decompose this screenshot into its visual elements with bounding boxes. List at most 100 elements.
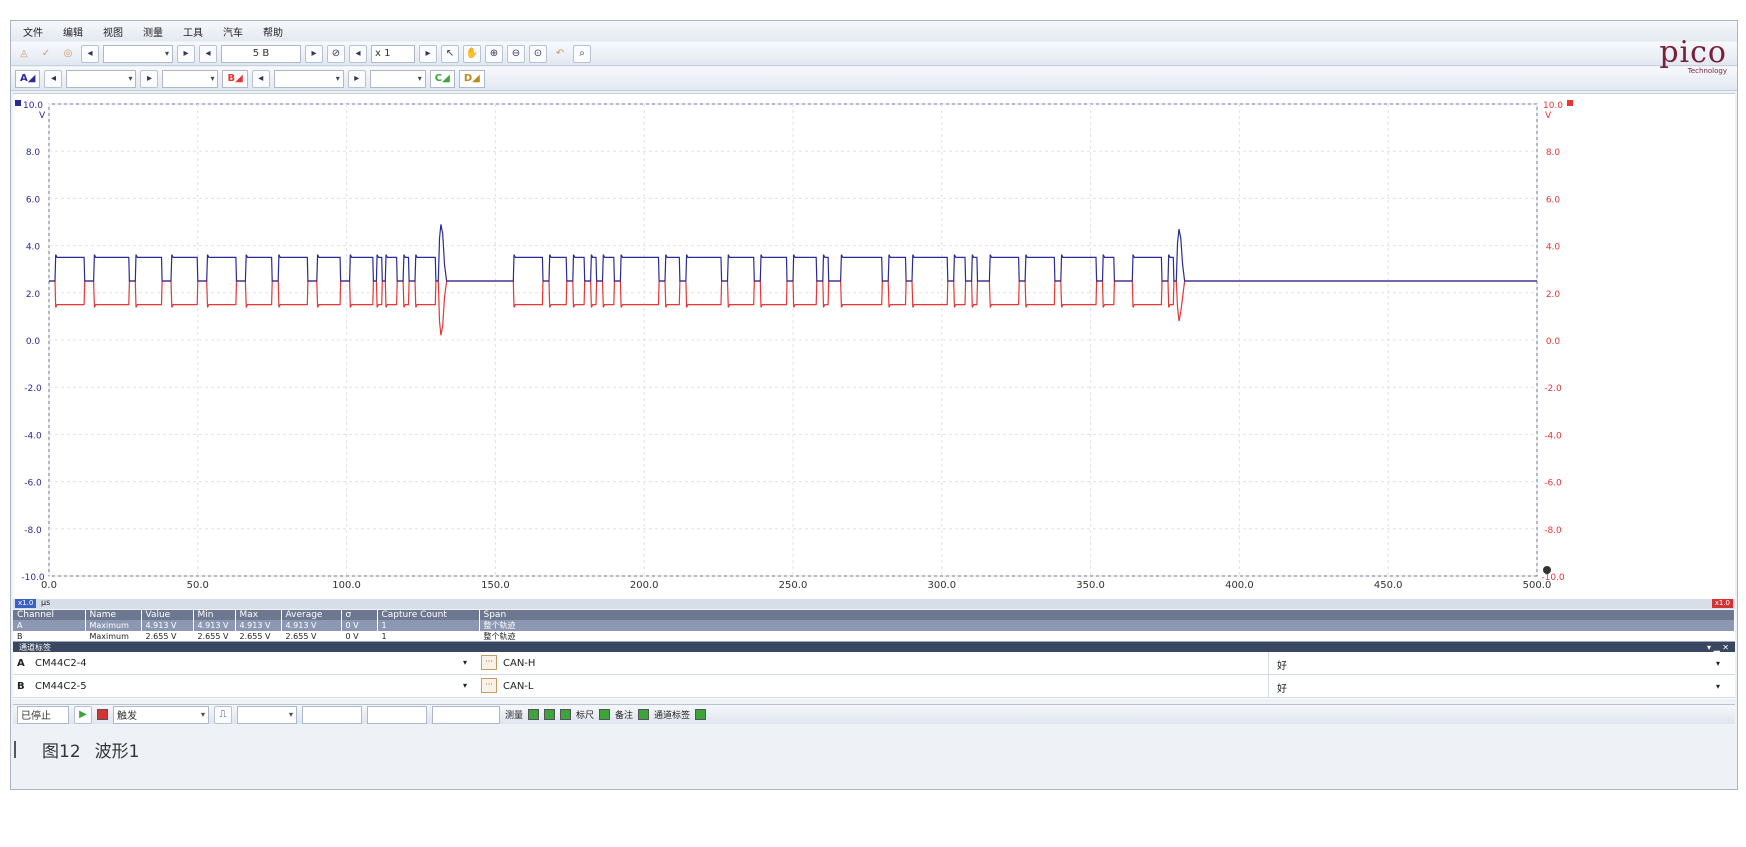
undo-zoom-icon[interactable]: ↶ — [551, 45, 569, 63]
range-a-combo[interactable]: ▾ — [66, 69, 137, 88]
measurements-col-header[interactable]: Average — [281, 610, 342, 620]
zoom-fit-icon[interactable]: ⌕ — [573, 44, 591, 63]
zoom-value: x 1 — [375, 48, 391, 59]
add-measurement-icon[interactable] — [528, 709, 540, 720]
measurements-col-header[interactable]: Channel — [13, 610, 86, 620]
range-a-next-button[interactable]: ▸ — [140, 69, 159, 88]
scope-mode-icon[interactable]: ◬ — [15, 45, 33, 63]
measurements-col-header[interactable]: Value — [141, 610, 194, 620]
measurement-cell: 1 — [377, 620, 480, 631]
zoom-combo[interactable]: x 1 — [371, 44, 415, 63]
stop-icon[interactable] — [97, 709, 108, 720]
channel-a-button[interactable]: A ◢ — [15, 69, 41, 88]
notes-icon[interactable] — [638, 709, 650, 720]
browse-button[interactable]: ··· — [481, 655, 497, 670]
timebase-next-button[interactable]: ▸ — [177, 44, 195, 63]
zoom-next-button[interactable]: ▸ — [419, 44, 437, 63]
browse-button[interactable]: ··· — [481, 678, 497, 693]
waveform-plot[interactable]: 0.0 50.0 100.0 150.0 200.0 250.0 300.0 350.0 400… — [13, 94, 1735, 600]
ruler-icon[interactable] — [599, 709, 611, 720]
start-icon[interactable]: ▶ — [74, 705, 92, 724]
hand-icon[interactable]: ✋ — [463, 44, 481, 63]
scope-view[interactable]: 0.0 50.0 100.0 150.0 200.0 250.0 300.0 350.0 400… — [13, 93, 1735, 599]
y-tick-label-right: 10.0 — [1543, 101, 1563, 111]
meter-mode-icon[interactable]: ✓ — [37, 45, 55, 63]
channel-b-scale-badge[interactable]: x1.0 — [1711, 599, 1733, 608]
channel-letter: B — [17, 681, 25, 692]
channel-c-button[interactable]: C ◢ — [429, 69, 455, 88]
trigger-edge-icon[interactable]: ⎍ — [214, 705, 232, 724]
ruler-button[interactable]: 标尺 — [576, 708, 594, 721]
chevron-down-icon: ▾ — [1715, 659, 1720, 668]
zoom-prev-button[interactable]: ◂ — [349, 44, 367, 63]
channel-d-button[interactable]: D ◢ — [458, 69, 485, 88]
measurements-col-header[interactable]: Name — [85, 610, 142, 620]
range-a-prev-button[interactable]: ◂ — [44, 69, 63, 88]
y-tick-label-right: -6.0 — [1544, 479, 1562, 489]
measurement-cell: 4.913 V — [141, 620, 194, 631]
signal-name[interactable]: CAN-L — [503, 681, 533, 692]
x-tick-label: 300.0 — [927, 580, 956, 591]
ruler-handle-icon — [1543, 566, 1551, 574]
connector-name[interactable]: CM44C2-4 — [35, 658, 87, 669]
status-select[interactable]: 好 ▾ — [1268, 652, 1728, 674]
menu-measure[interactable]: 测量 — [143, 24, 163, 39]
measurements-col-header[interactable]: Min — [193, 610, 236, 620]
chevron-down-icon: ▾ — [335, 74, 340, 83]
menu-file[interactable]: 文件 — [23, 24, 43, 39]
trigger-level-field[interactable] — [302, 705, 362, 724]
signal-name[interactable]: CAN-H — [503, 658, 535, 669]
signal-generator-icon[interactable]: ⊘ — [327, 44, 345, 63]
y-tick-label-right: 8.0 — [1546, 148, 1561, 158]
channel-labels-icon[interactable] — [695, 709, 707, 720]
menu-auto[interactable]: 汽车 — [223, 24, 243, 39]
channel-labels-button[interactable]: 通道标签 — [654, 708, 690, 721]
main-toolbar: ◬ ✓ ◎ ◂ ▾ ▸ ◂ 5 B ▸ ⊘ ◂ x 1 ▸ ↖ ✋ ⊕ ⊖ ⊙ … — [11, 42, 1737, 66]
chevron-down-icon[interactable]: ▾ — [463, 658, 467, 667]
delete-measurement-icon[interactable] — [560, 709, 572, 720]
coupling-b-combo[interactable]: ▾ — [369, 69, 426, 88]
pre-trigger-field[interactable] — [367, 705, 427, 724]
zoom-out-icon[interactable]: ⊖ — [507, 44, 525, 63]
x-tick-label: 50.0 — [187, 580, 209, 591]
menu-help[interactable]: 帮助 — [263, 24, 283, 39]
samples-combo[interactable]: 5 B — [221, 44, 301, 63]
zoom-area-icon[interactable]: ⊙ — [529, 44, 547, 63]
measurement-cell: 4.913 V — [281, 620, 342, 631]
status-select[interactable]: 好 ▾ — [1268, 675, 1728, 697]
menu-edit[interactable]: 编辑 — [63, 24, 83, 39]
edit-measurement-icon[interactable] — [544, 709, 556, 720]
persistence-mode-icon[interactable]: ◎ — [59, 45, 77, 63]
channel-label-row-a[interactable]: A CM44C2-4 ▾ ··· CAN-H 好 ▾ — [13, 652, 1735, 675]
channel-label-row-b[interactable]: B CM44C2-5 ▾ ··· CAN-L 好 ▾ — [13, 675, 1735, 698]
chevron-down-icon[interactable]: ▾ — [463, 681, 467, 690]
zoom-in-icon[interactable]: ⊕ — [485, 44, 503, 63]
measurements-col-header[interactable]: Max — [235, 610, 282, 620]
timebase-prev-button[interactable]: ◂ — [81, 44, 99, 63]
timebase-combo[interactable]: ▾ — [103, 44, 173, 63]
connector-name[interactable]: CM44C2-5 — [35, 681, 87, 692]
channel-b-button[interactable]: B ◢ — [222, 69, 248, 88]
measurements-col-header[interactable]: σ — [341, 610, 378, 620]
range-b-prev-button[interactable]: ◂ — [251, 69, 270, 88]
measurements-col-header[interactable]: Capture Count — [377, 610, 480, 620]
add-measurement-button[interactable]: 测量 — [505, 708, 523, 721]
range-b-next-button[interactable]: ▸ — [347, 69, 366, 88]
menu-tools[interactable]: 工具 — [183, 24, 203, 39]
trigger-mode-combo[interactable]: 触发 ▾ — [113, 705, 209, 724]
menu-view[interactable]: 视图 — [103, 24, 123, 39]
buffer-navigator[interactable] — [432, 705, 500, 724]
panel-close-icon[interactable]: ▾ ▁ ✕ — [1707, 643, 1735, 652]
trigger-source-combo[interactable]: ▾ — [237, 705, 297, 724]
pointer-icon[interactable]: ↖ — [441, 44, 459, 63]
range-b-combo[interactable]: ▾ — [273, 69, 344, 88]
y-tick-label-left: 2.0 — [26, 290, 41, 300]
samples-next-button[interactable]: ▸ — [305, 44, 323, 63]
measurement-row-a[interactable]: A Maximum 4.913 V 4.913 V 4.913 V 4.913 V0 V1… — [13, 620, 1735, 631]
samples-prev-button[interactable]: ◂ — [199, 44, 217, 63]
coupling-a-combo[interactable]: ▾ — [162, 69, 219, 88]
channel-a-scale-badge[interactable]: x1.0 — [15, 599, 37, 608]
notes-button[interactable]: 备注 — [615, 708, 633, 721]
y-tick-label-right: 0.0 — [1546, 337, 1561, 347]
measurements-col-header[interactable]: Span — [479, 610, 1735, 620]
